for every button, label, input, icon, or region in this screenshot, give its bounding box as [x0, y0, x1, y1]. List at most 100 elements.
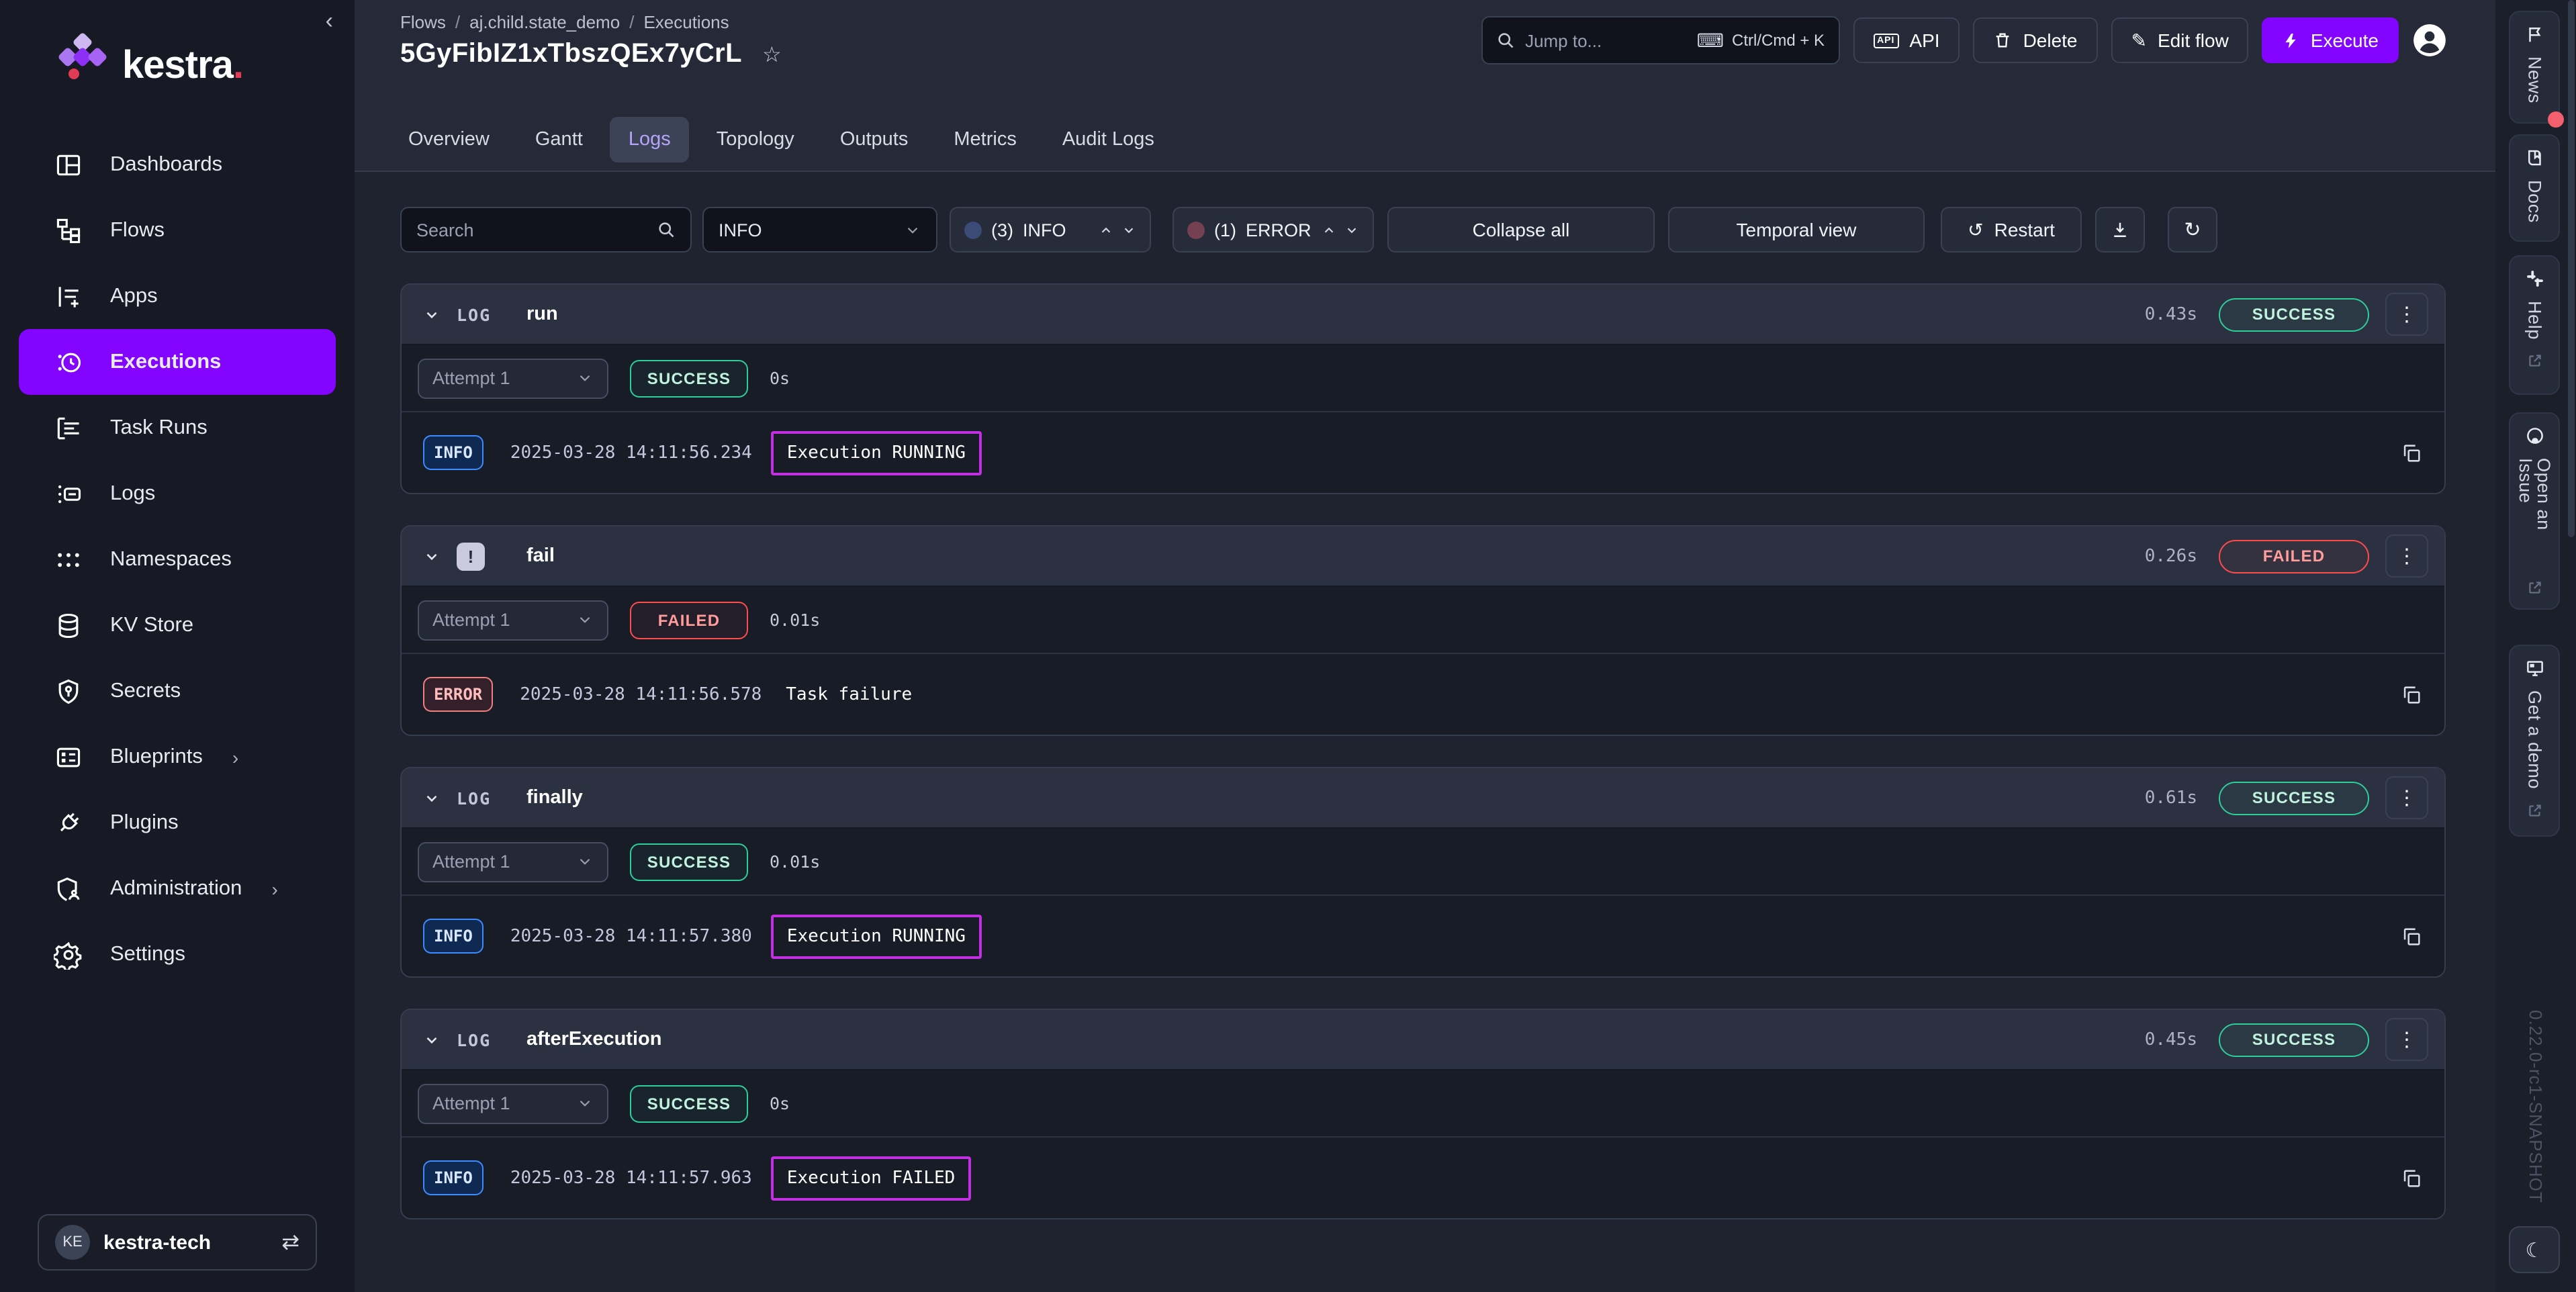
rail-tab-help[interactable]: Help — [2509, 255, 2560, 395]
tab-outputs[interactable]: Outputs — [821, 117, 927, 163]
log-line: INFO 2025-03-28 14:11:56.234 Execution R… — [402, 412, 2444, 493]
slack-icon — [2524, 269, 2544, 289]
kebab-menu-button[interactable]: ⋮ — [2385, 293, 2428, 336]
theme-toggle-button[interactable]: ☾ — [2509, 1226, 2560, 1273]
sidebar-item-blueprints[interactable]: Blueprints › — [19, 724, 336, 790]
delete-button[interactable]: Delete — [1974, 17, 2098, 63]
kebab-menu-button[interactable]: ⋮ — [2385, 535, 2428, 578]
task-card-header[interactable]: LOG finally 0.61s SUCCESS ⋮ — [402, 768, 2444, 829]
attempt-select[interactable]: Attempt 1 — [418, 1083, 608, 1123]
chevron-down-icon[interactable] — [423, 1031, 441, 1048]
log-level-value: INFO — [719, 220, 904, 240]
attempt-select[interactable]: Attempt 1 — [418, 841, 608, 882]
tab-logs[interactable]: Logs — [610, 117, 690, 163]
task-name: afterExecution — [526, 1029, 661, 1050]
tab-overview[interactable]: Overview — [389, 117, 508, 163]
sidebar-item-label: Apps — [110, 284, 158, 308]
external-link-icon — [2526, 801, 2543, 819]
sidebar-item-logs[interactable]: Logs — [19, 461, 336, 526]
sidebar-item-kv-store[interactable]: KV Store — [19, 592, 336, 658]
caret-down-icon[interactable] — [1121, 222, 1136, 237]
swap-icon[interactable]: ⇄ — [281, 1229, 300, 1256]
sidebar-item-flows[interactable]: Flows — [19, 197, 336, 263]
tab-topology[interactable]: Topology — [698, 117, 813, 163]
rail-tab-get-a-demo[interactable]: Get a demo — [2509, 645, 2560, 837]
copy-icon[interactable] — [2400, 683, 2423, 706]
user-avatar[interactable] — [2412, 23, 2447, 58]
info-count-chip[interactable]: (3) INFO — [950, 207, 1151, 252]
kestra-logo[interactable]: kestra. — [0, 0, 355, 86]
tab-audit-logs[interactable]: Audit Logs — [1044, 117, 1173, 163]
copy-icon[interactable] — [2400, 441, 2423, 464]
rail-tab-news[interactable]: News — [2509, 11, 2560, 124]
tab-gantt[interactable]: Gantt — [516, 117, 602, 163]
sidebar-item-label: Flows — [110, 218, 165, 242]
sidebar-collapse-icon[interactable]: ‹ — [326, 8, 333, 35]
restart-button[interactable]: ↺ Restart — [1941, 207, 2082, 252]
sidebar-item-administration[interactable]: Administration › — [19, 856, 336, 921]
shield-account-icon — [54, 874, 83, 903]
executions-icon — [54, 347, 83, 377]
copy-icon[interactable] — [2400, 925, 2423, 948]
attempt-row: Attempt 1 SUCCESS 0s — [402, 1070, 2444, 1138]
copy-icon[interactable] — [2400, 1166, 2423, 1189]
collapse-all-button[interactable]: Collapse all — [1387, 207, 1655, 252]
task-duration: 0.43s — [2145, 304, 2197, 324]
sidebar-item-dashboards[interactable]: Dashboards — [19, 132, 336, 197]
task-card-header[interactable]: ! fail 0.26s FAILED ⋮ — [402, 526, 2444, 587]
chevron-down-icon[interactable] — [423, 306, 441, 323]
task-card-header[interactable]: LOG afterExecution 0.45s SUCCESS ⋮ — [402, 1010, 2444, 1070]
refresh-button[interactable]: ↻ — [2168, 207, 2217, 252]
kebab-menu-button[interactable]: ⋮ — [2385, 776, 2428, 819]
caret-up-icon[interactable] — [1099, 222, 1113, 237]
tenant-switcher[interactable]: KE kestra-tech ⇄ — [38, 1214, 317, 1271]
caret-up-icon[interactable] — [1322, 222, 1336, 237]
execute-button[interactable]: Execute — [2262, 17, 2399, 63]
jump-to-search[interactable]: Jump to... ⌨ Ctrl/Cmd + K — [1481, 16, 1839, 64]
breadcrumb-flows[interactable]: Flows — [400, 12, 446, 32]
log-line: ERROR 2025-03-28 14:11:56.578 Task failu… — [402, 654, 2444, 735]
attempt-select[interactable]: Attempt 1 — [418, 600, 608, 640]
attempt-row: Attempt 1 FAILED 0.01s — [402, 587, 2444, 654]
tenant-name: kestra-tech — [103, 1231, 268, 1254]
breadcrumb-flow-id[interactable]: aj.child.state_demo — [469, 12, 620, 32]
scrollbar-thumb[interactable] — [2568, 0, 2575, 537]
sidebar-item-label: Logs — [110, 481, 155, 506]
breadcrumb-separator: / — [455, 12, 460, 32]
api-button[interactable]: API API — [1853, 17, 1960, 63]
log-timestamp: 2025-03-28 14:11:56.578 — [520, 684, 762, 704]
log-task-icon: LOG — [457, 304, 491, 324]
breadcrumb-executions[interactable]: Executions — [643, 12, 729, 32]
chevron-down-icon[interactable] — [423, 789, 441, 806]
task-card-header[interactable]: LOG run 0.43s SUCCESS ⋮ — [402, 285, 2444, 345]
tab-metrics[interactable]: Metrics — [935, 117, 1035, 163]
logs-icon — [54, 479, 83, 508]
attempt-select[interactable]: Attempt 1 — [418, 358, 608, 398]
sidebar-item-secrets[interactable]: Secrets — [19, 658, 336, 724]
error-count-chip[interactable]: (1) ERROR — [1172, 207, 1374, 252]
download-logs-button[interactable] — [2095, 207, 2145, 252]
temporal-view-button[interactable]: Temporal view — [1668, 207, 1925, 252]
moon-icon: ☾ — [2526, 1238, 2544, 1262]
topbar: Flows / aj.child.state_demo / Executions… — [355, 0, 2495, 172]
sidebar-item-apps[interactable]: Apps — [19, 263, 336, 329]
chevron-down-icon[interactable] — [423, 547, 441, 565]
sidebar-item-task-runs[interactable]: Task Runs — [19, 395, 336, 461]
sidebar-item-executions[interactable]: Executions — [19, 329, 336, 395]
task-duration: 0.45s — [2145, 1029, 2197, 1050]
sidebar-item-namespaces[interactable]: Namespaces — [19, 526, 336, 592]
caret-down-icon[interactable] — [1344, 222, 1359, 237]
log-timestamp: 2025-03-28 14:11:57.963 — [510, 1168, 752, 1188]
log-level-select[interactable]: INFO — [702, 207, 937, 252]
rail-tab-open-an-issue[interactable]: Open an Issue — [2509, 412, 2560, 610]
search-input[interactable]: Search — [400, 207, 692, 252]
star-icon[interactable]: ☆ — [762, 41, 782, 68]
edit-flow-button[interactable]: ✎ Edit flow — [2111, 17, 2249, 63]
sidebar-item-plugins[interactable]: Plugins — [19, 790, 336, 856]
task-duration: 0.26s — [2145, 546, 2197, 566]
apps-icon — [54, 281, 83, 311]
sidebar-item-settings[interactable]: Settings — [19, 921, 336, 987]
state-badge: SUCCESS — [2219, 781, 2369, 815]
rail-tab-docs[interactable]: Docs — [2509, 134, 2560, 242]
kebab-menu-button[interactable]: ⋮ — [2385, 1018, 2428, 1061]
